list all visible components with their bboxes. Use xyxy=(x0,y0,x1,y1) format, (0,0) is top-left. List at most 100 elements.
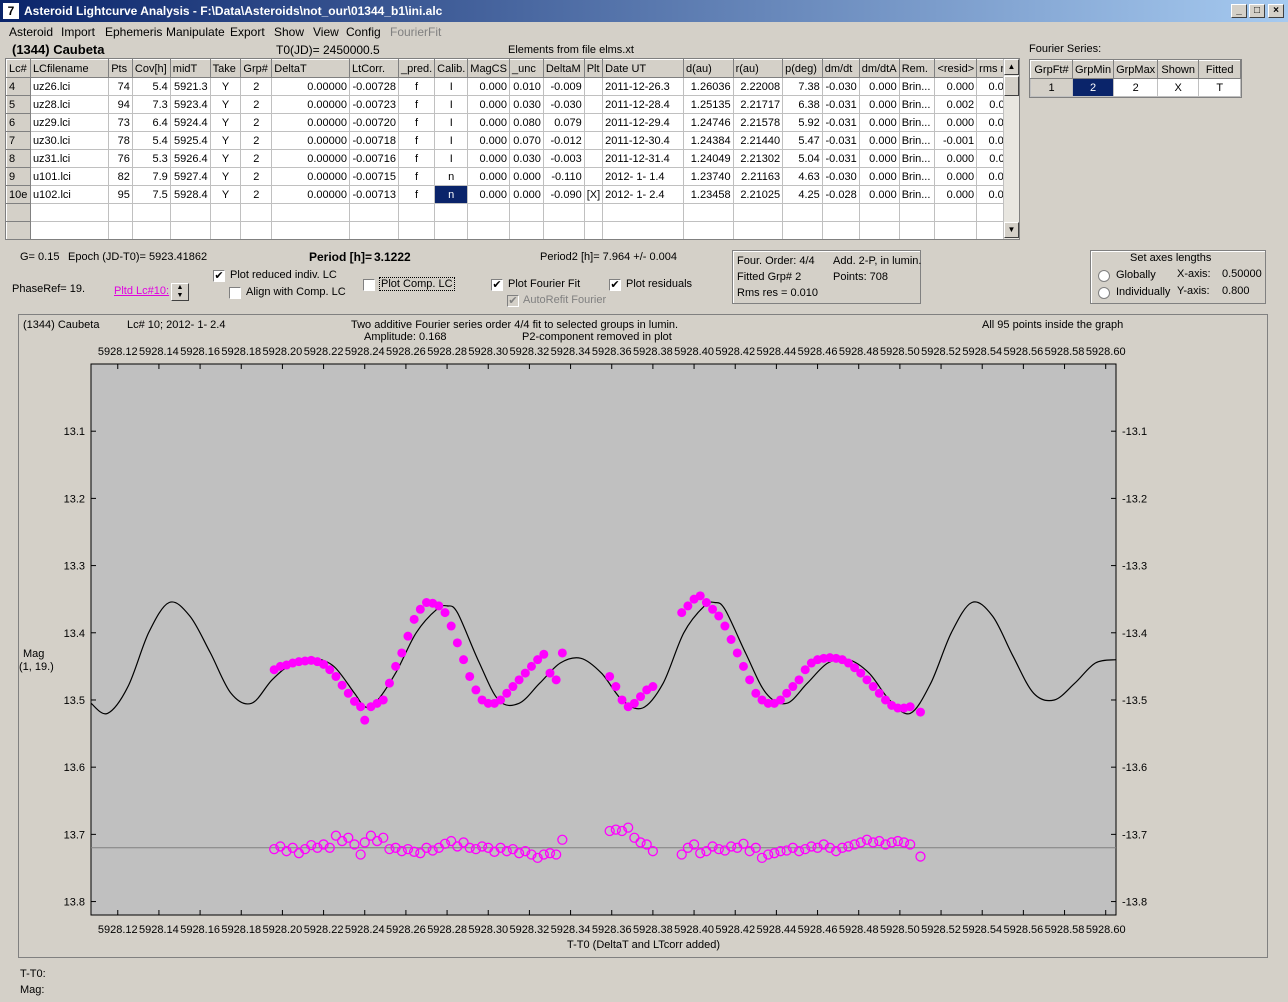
data-point xyxy=(648,682,658,692)
y-tick-label: 13.7 xyxy=(64,829,85,841)
data-point xyxy=(720,621,730,631)
x-tick-label: 5928.16 xyxy=(180,924,220,936)
data-point xyxy=(782,688,792,698)
data-point xyxy=(617,695,627,705)
x-tick-label: 5928.26 xyxy=(386,924,426,936)
y-tick-label-right: -13.2 xyxy=(1122,493,1147,505)
data-point xyxy=(856,668,866,678)
data-point xyxy=(539,649,549,659)
x-tick-label-top: 5928.56 xyxy=(1003,346,1043,358)
data-point xyxy=(343,688,353,698)
y-tick-label-right: -13.8 xyxy=(1122,897,1147,909)
data-point xyxy=(502,688,512,698)
data-point xyxy=(683,601,693,611)
x-tick-label: 5928.30 xyxy=(468,924,508,936)
data-point xyxy=(868,682,878,692)
x-tick-label-top: 5928.44 xyxy=(757,346,797,358)
x-tick-label: 5928.48 xyxy=(839,924,879,936)
x-tick-label: 5928.42 xyxy=(715,924,755,936)
data-point xyxy=(751,688,761,698)
data-point xyxy=(611,682,621,692)
data-point xyxy=(520,668,530,678)
data-point xyxy=(745,675,755,685)
plot-area xyxy=(90,363,1117,916)
data-point xyxy=(452,638,462,648)
y-tick-label: 13.4 xyxy=(64,628,85,640)
y-tick-label-right: -13.7 xyxy=(1122,829,1147,841)
data-point xyxy=(378,695,388,705)
data-point xyxy=(356,702,366,712)
data-point xyxy=(605,671,615,681)
data-point xyxy=(905,702,915,712)
y-tick-label-right: -13.3 xyxy=(1122,561,1147,573)
data-point xyxy=(677,608,687,618)
data-point xyxy=(695,591,705,601)
x-tick-label-top: 5928.16 xyxy=(180,346,220,358)
y-tick-label: 13.5 xyxy=(64,695,85,707)
x-tick-label-top: 5928.36 xyxy=(592,346,632,358)
x-tick-label: 5928.46 xyxy=(798,924,838,936)
x-tick-label-top: 5928.26 xyxy=(386,346,426,358)
x-tick-label-top: 5928.48 xyxy=(839,346,879,358)
x-tick-label-top: 5928.40 xyxy=(674,346,714,358)
data-point xyxy=(465,671,475,681)
x-tick-label-top: 5928.50 xyxy=(880,346,920,358)
y-tick-label-right: -13.5 xyxy=(1122,695,1147,707)
data-point xyxy=(714,611,724,621)
x-tick-label-top: 5928.60 xyxy=(1086,346,1126,358)
x-tick-label: 5928.38 xyxy=(633,924,673,936)
data-point xyxy=(514,675,524,685)
x-tick-label: 5928.44 xyxy=(757,924,797,936)
data-point xyxy=(874,688,884,698)
y-tick-label: 13.6 xyxy=(64,762,85,774)
data-point xyxy=(800,665,810,675)
data-point xyxy=(446,621,456,631)
data-point xyxy=(794,675,804,685)
y-tick-label-right: -13.1 xyxy=(1122,426,1147,438)
x-tick-label-top: 5928.54 xyxy=(962,346,1002,358)
data-point xyxy=(337,680,347,690)
data-point xyxy=(384,678,394,688)
x-tick-label: 5928.50 xyxy=(880,924,920,936)
data-point xyxy=(459,655,469,665)
data-point xyxy=(496,695,506,705)
y-tick-label-right: -13.4 xyxy=(1122,628,1147,640)
x-tick-label: 5928.36 xyxy=(592,924,632,936)
x-tick-label-top: 5928.24 xyxy=(345,346,385,358)
data-point xyxy=(325,665,335,675)
data-point xyxy=(732,648,742,658)
x-tick-label: 5928.56 xyxy=(1003,924,1043,936)
data-point xyxy=(636,692,646,702)
data-point xyxy=(471,685,481,695)
data-point xyxy=(391,661,401,671)
y-tick-label: 13.2 xyxy=(64,493,85,505)
data-point xyxy=(397,648,407,658)
lightcurve-chart[interactable]: 5928.125928.125928.145928.145928.165928.… xyxy=(0,0,1288,1002)
data-point xyxy=(415,604,425,614)
y-tick-label-right: -13.6 xyxy=(1122,762,1147,774)
data-point xyxy=(862,675,872,685)
data-point xyxy=(526,661,536,671)
x-tick-label: 5928.20 xyxy=(263,924,303,936)
status-mag: Mag: xyxy=(20,984,45,996)
x-tick-label: 5928.28 xyxy=(427,924,467,936)
data-point xyxy=(545,668,555,678)
x-tick-label: 5928.52 xyxy=(921,924,961,936)
data-point xyxy=(701,598,711,608)
data-point xyxy=(788,682,798,692)
data-point xyxy=(915,707,925,717)
x-tick-label-top: 5928.22 xyxy=(304,346,344,358)
x-tick-label-top: 5928.46 xyxy=(798,346,838,358)
x-tick-label: 5928.14 xyxy=(139,924,179,936)
x-tick-label: 5928.24 xyxy=(345,924,385,936)
x-tick-label: 5928.32 xyxy=(510,924,550,936)
x-tick-label: 5928.40 xyxy=(674,924,714,936)
data-point xyxy=(708,604,718,614)
data-point xyxy=(776,695,786,705)
data-point xyxy=(551,675,561,685)
x-tick-label-top: 5928.38 xyxy=(633,346,673,358)
data-point xyxy=(557,648,567,658)
x-tick-label-top: 5928.14 xyxy=(139,346,179,358)
data-point xyxy=(331,671,341,681)
x-tick-label: 5928.60 xyxy=(1086,924,1126,936)
